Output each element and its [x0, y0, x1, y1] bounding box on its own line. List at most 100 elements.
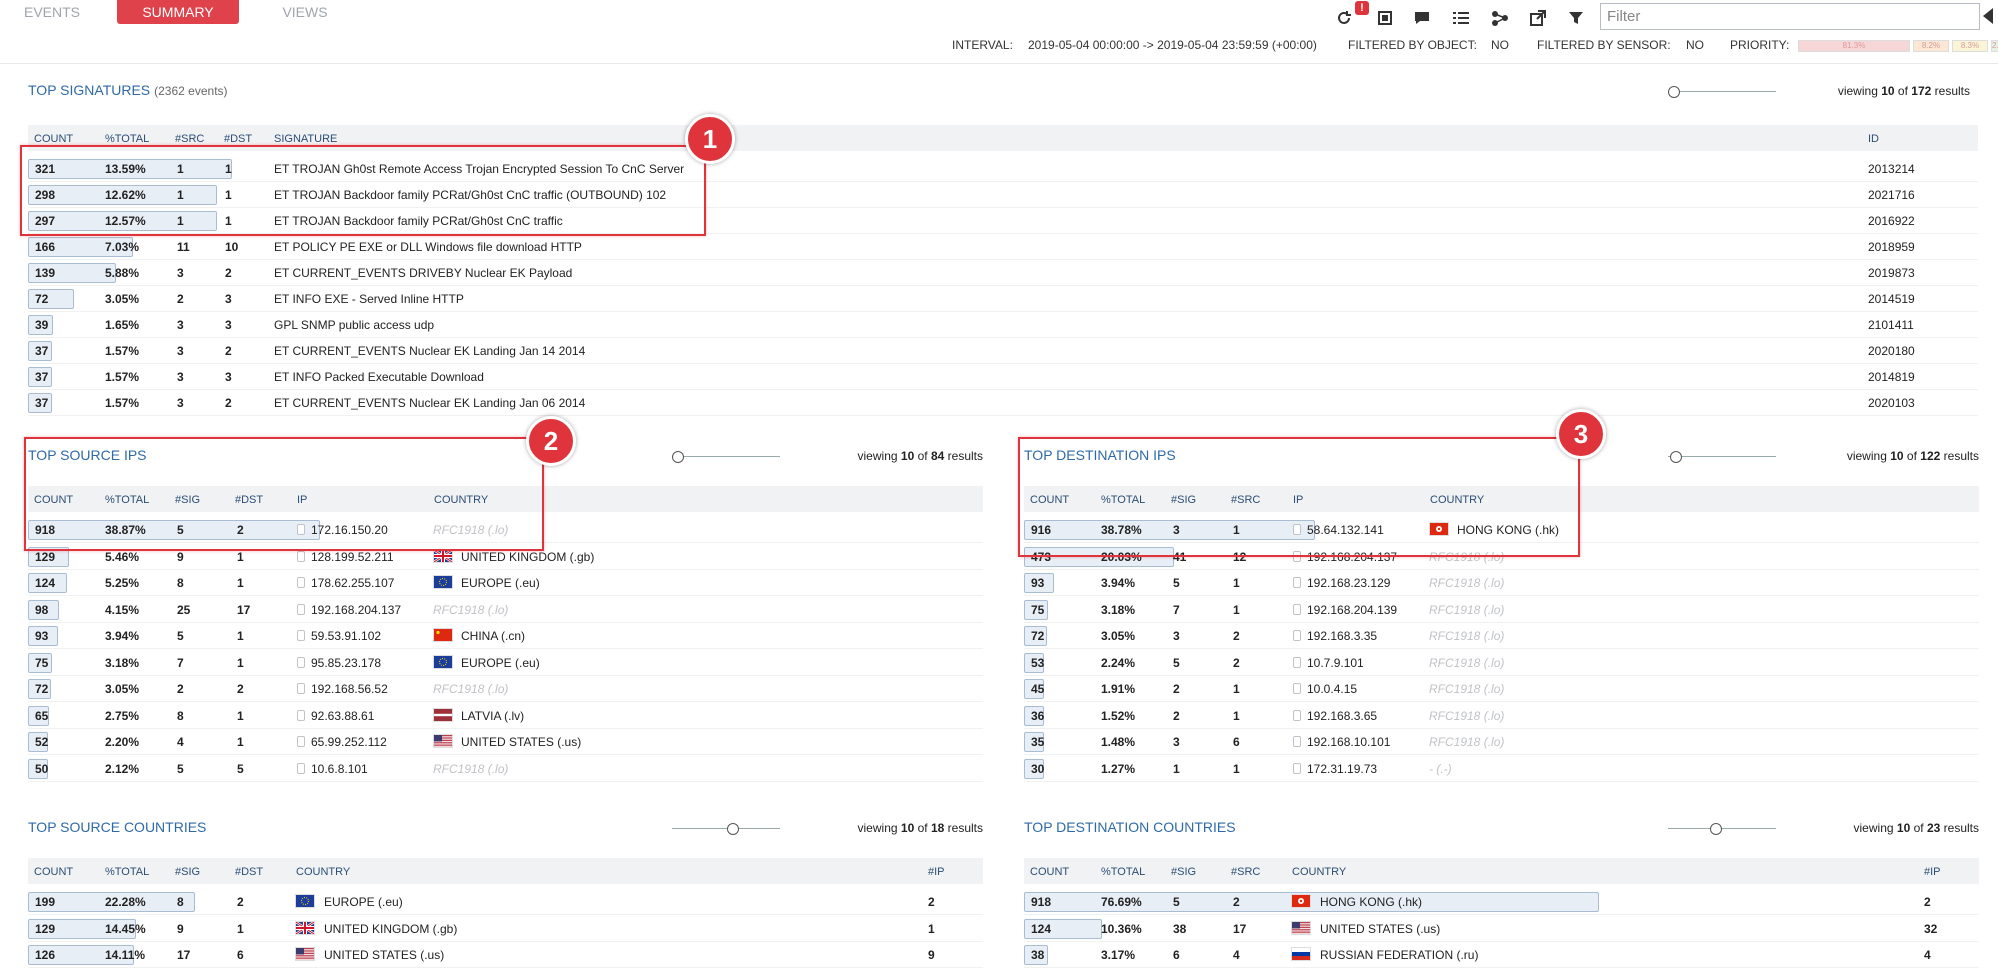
column-header[interactable]: COUNT [34, 133, 73, 145]
table-row[interactable]: 75 3.18% 7 1 95.85.23.178 EUROPE (.eu) [28, 650, 983, 676]
table-row[interactable]: 37 1.57% 3 3 ET INFO Packed Executable Downl… [28, 364, 1978, 390]
table-row[interactable]: 75 3.18% 7 1 192.168.204.139 RFC1918 (.lo) [1024, 597, 1979, 623]
signature-id[interactable]: 2016922 [1868, 214, 1915, 228]
priority-segment[interactable]: 8.3% [1952, 40, 1988, 52]
table-row[interactable]: 129 14.45% 9 1 UNITED KINGDOM (.gb) 1 [28, 916, 983, 942]
signature-id[interactable]: 2019873 [1868, 266, 1915, 280]
table-row[interactable]: 124 5.25% 8 1 178.62.255.107 EUROPE (.eu) [28, 570, 983, 596]
column-header[interactable]: #DST [224, 133, 252, 145]
table-row[interactable]: 53 2.24% 5 2 10.7.9.101 RFC1918 (.lo) [1024, 650, 1979, 676]
ip-checkbox[interactable] [1293, 683, 1301, 694]
table-row[interactable]: 38 3.17% 6 4 RUSSIAN FEDERATION (.ru) 4 [1024, 942, 1979, 968]
ip-checkbox[interactable] [297, 736, 305, 747]
table-row[interactable]: 72 3.05% 3 2 192.168.3.35 RFC1918 (.lo) [1024, 623, 1979, 649]
country-name[interactable]: UNITED KINGDOM (.gb) [461, 550, 594, 564]
table-row[interactable]: 39 1.65% 3 3 GPL SNMP public access udp 21014… [28, 312, 1978, 338]
ip-address[interactable]: 128.199.52.211 [311, 550, 394, 564]
tab-events[interactable]: EVENTS [0, 0, 104, 24]
ip-checkbox[interactable] [1293, 709, 1301, 721]
ip-address[interactable]: 192.168.3.35 [1307, 629, 1377, 643]
table-row[interactable]: 98 4.15% 25 17 192.168.204.137 RFC1918 (.lo) [28, 597, 983, 623]
table-row[interactable]: 35 1.48% 3 6 192.168.10.101 RFC1918 (.lo) [1024, 729, 1979, 755]
table-row[interactable]: 37 1.57% 3 2 ET CURRENT_EVENTS Nuclear EK La… [28, 390, 1978, 416]
column-header[interactable]: %TOTAL [105, 866, 149, 878]
country-name[interactable]: LATVIA (.lv) [461, 709, 524, 723]
ip-checkbox[interactable] [297, 550, 305, 562]
column-header[interactable]: %TOTAL [1101, 866, 1145, 878]
column-header[interactable]: #DST [235, 866, 263, 878]
table-row[interactable]: 36 1.52% 2 1 192.168.3.65 RFC1918 (.lo) [1024, 703, 1979, 729]
slider-knob[interactable] [727, 823, 739, 835]
table-row[interactable]: 166 7.03% 11 10 ET POLICY PE EXE or DLL Wind… [28, 234, 1978, 260]
signature-name[interactable]: ET INFO Packed Executable Download [274, 370, 484, 384]
priority-segment[interactable]: 8.2% [1913, 40, 1949, 52]
country-name[interactable]: HONG KONG (.hk) [1320, 895, 1422, 909]
column-header[interactable]: #SRC [175, 133, 204, 145]
slider-knob[interactable] [1710, 823, 1722, 835]
ip-address[interactable]: 192.168.56.52 [311, 682, 388, 696]
signature-id[interactable]: 2018959 [1868, 240, 1915, 254]
ip-checkbox[interactable] [1293, 577, 1301, 588]
signature-name[interactable]: ET CURRENT_EVENTS DRIVEBY Nuclear EK Pay… [274, 266, 572, 280]
ip-address[interactable]: 59.53.91.102 [311, 629, 381, 643]
filter-icon[interactable] [1565, 7, 1587, 29]
ip-address[interactable]: 10.6.8.101 [311, 762, 368, 776]
table-row[interactable]: 199 22.28% 8 2 EUROPE (.eu) 2 [28, 889, 983, 915]
table-row[interactable]: 65 2.75% 8 1 92.63.88.61 LATVIA (.lv) [28, 703, 983, 729]
signatures-page-size-slider[interactable] [1668, 86, 1776, 98]
table-row[interactable]: 126 14.11% 17 6 UNITED STATES (.us) 9 [28, 942, 983, 968]
external-link-icon[interactable] [1527, 7, 1549, 29]
ip-checkbox[interactable] [1293, 630, 1301, 641]
table-row[interactable]: 72 3.05% 2 2 192.168.56.52 RFC1918 (.lo) [28, 676, 983, 702]
priority-segment[interactable]: 81.3% [1798, 40, 1910, 52]
table-row[interactable]: 52 2.20% 4 1 65.99.252.112 UNITED STATES (.us… [28, 729, 983, 755]
signature-id[interactable]: 2020180 [1868, 344, 1915, 358]
ip-checkbox[interactable] [1293, 656, 1301, 668]
ip-address[interactable]: 192.168.10.101 [1307, 735, 1390, 749]
list-icon[interactable] [1450, 7, 1472, 29]
table-row[interactable]: 37 1.57% 3 2 ET CURRENT_EVENTS Nuclear EK La… [28, 338, 1978, 364]
signature-id[interactable]: 2013214 [1868, 162, 1915, 176]
filter-input[interactable] [1600, 3, 1980, 30]
signature-id[interactable]: 2101411 [1868, 318, 1914, 332]
graph-icon[interactable] [1489, 7, 1511, 29]
column-header[interactable]: SIGNATURE [274, 133, 337, 145]
ip-checkbox[interactable] [297, 656, 305, 668]
table-row[interactable]: 45 1.91% 2 1 10.0.4.15 RFC1918 (.lo) [1024, 676, 1979, 702]
signature-name[interactable]: ET INFO EXE - Served Inline HTTP [274, 292, 464, 306]
priority-segment[interactable]: 2.2% [1991, 40, 1998, 52]
ip-address[interactable]: 192.168.204.137 [311, 603, 401, 617]
ip-address[interactable]: 178.62.255.107 [311, 576, 394, 590]
table-row[interactable]: 139 5.88% 3 2 ET CURRENT_EVENTS DRIVEBY Nucl… [28, 260, 1978, 286]
ip-address[interactable]: 192.168.3.65 [1307, 709, 1377, 723]
table-row[interactable]: 918 76.69% 5 2 HONG KONG (.hk) 2 [1024, 889, 1979, 915]
signature-name[interactable]: GPL SNMP public access udp [274, 318, 434, 332]
slider-knob[interactable] [1668, 86, 1680, 98]
country-name[interactable]: EUROPE (.eu) [461, 656, 540, 670]
column-header[interactable]: COUNTRY [1292, 866, 1346, 878]
signature-name[interactable]: ET CURRENT_EVENTS Nuclear EK Landing Jan… [274, 344, 585, 358]
column-header[interactable]: COUNT [1030, 866, 1069, 878]
column-header[interactable]: #SIG [1171, 866, 1196, 878]
ip-checkbox[interactable] [297, 709, 305, 721]
table-row[interactable]: 93 3.94% 5 1 192.168.23.129 RFC1918 (.lo) [1024, 570, 1979, 596]
source_countries-page-size-slider[interactable] [672, 823, 780, 835]
table-row[interactable]: 50 2.12% 5 5 10.6.8.101 RFC1918 (.lo) [28, 756, 983, 782]
ip-checkbox[interactable] [297, 630, 305, 641]
column-header[interactable]: #SRC [1231, 866, 1260, 878]
ip-checkbox[interactable] [1293, 762, 1301, 774]
collapse-arrow-icon[interactable] [1983, 8, 1993, 24]
column-header[interactable]: COUNTRY [296, 866, 350, 878]
ip-checkbox[interactable] [1293, 603, 1301, 615]
country-name[interactable]: RUSSIAN FEDERATION (.ru) [1320, 948, 1478, 962]
ip-checkbox[interactable] [297, 762, 305, 774]
table-row[interactable]: 72 3.05% 2 3 ET INFO EXE - Served Inline HTT… [28, 286, 1978, 312]
tab-summary[interactable]: SUMMARY [117, 0, 239, 24]
dest_countries-page-size-slider[interactable] [1668, 823, 1776, 835]
country-name[interactable]: UNITED STATES (.us) [461, 735, 581, 749]
alert-badge[interactable]: ! [1355, 1, 1369, 15]
signature-id[interactable]: 2014819 [1868, 370, 1915, 384]
ip-address[interactable]: 172.31.19.73 [1307, 762, 1377, 776]
slider-knob[interactable] [672, 451, 684, 463]
country-name[interactable]: UNITED KINGDOM (.gb) [324, 922, 457, 936]
